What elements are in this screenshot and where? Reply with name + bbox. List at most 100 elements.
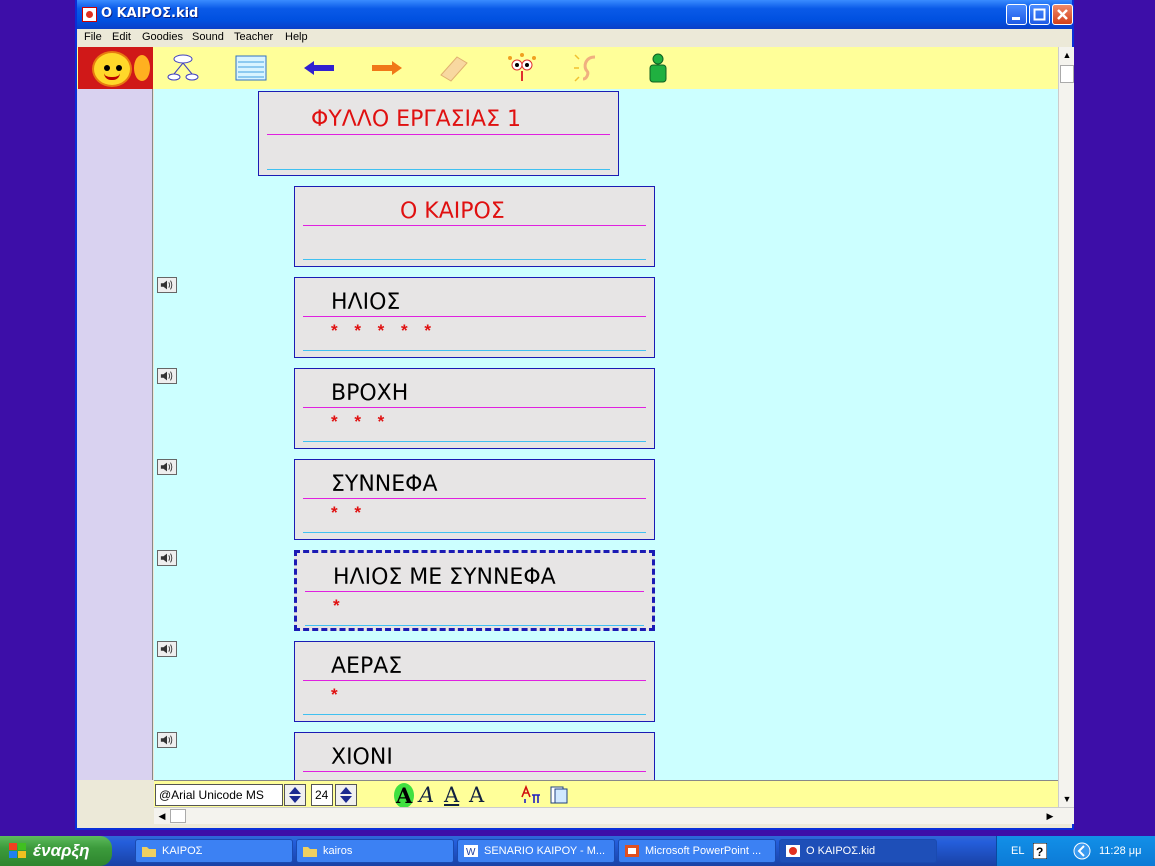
rating-stars: * * * * * (331, 321, 437, 340)
speaker-icon[interactable] (157, 732, 177, 748)
start-label: έναρξη (33, 841, 90, 860)
speaker-icon[interactable] (157, 368, 177, 384)
worksheet-card[interactable]: ΒΡΟΧΗ * * * (294, 368, 655, 449)
writing-line (303, 714, 646, 715)
speaker-icon[interactable] (157, 277, 177, 293)
scroll-thumb[interactable] (1060, 65, 1074, 83)
scroll-right-arrow-icon[interactable]: ▶ (1042, 808, 1058, 824)
close-icon (1057, 9, 1068, 20)
rating-stars: * (331, 685, 344, 704)
arrow-right-icon[interactable] (370, 53, 404, 83)
svg-text:?: ? (1036, 845, 1043, 859)
font-size-field[interactable]: 24 (311, 784, 333, 806)
card-heading[interactable]: Ο ΚΑΙΡΟΣ (400, 199, 505, 224)
app-icon (82, 7, 97, 22)
windows-flag-icon (9, 843, 26, 858)
task-kairos-folder[interactable]: ΚΑΙΡΟΣ (135, 839, 293, 863)
sun-logo-icon[interactable] (78, 47, 153, 89)
menu-teacher[interactable]: Teacher (234, 31, 273, 43)
writing-line (303, 225, 646, 226)
writing-line (305, 625, 644, 626)
eraser-icon[interactable] (437, 53, 471, 83)
rating-stars: * * (331, 503, 367, 522)
chevron-left-icon[interactable] (1073, 842, 1091, 860)
arrow-left-icon[interactable] (302, 53, 336, 83)
help-icon[interactable]: ? (1033, 843, 1047, 859)
clock: 11:28 μμ (1099, 845, 1142, 857)
menu-sound[interactable]: Sound (192, 31, 224, 43)
menu-edit[interactable]: Edit (112, 31, 131, 43)
font-name-field[interactable]: @Arial Unicode MS (155, 784, 283, 806)
scroll-left-arrow-icon[interactable]: ◀ (154, 808, 170, 824)
title-bar[interactable]: Ο ΚΑΙΡΟΣ.kid (77, 0, 1073, 29)
writing-line (303, 259, 646, 260)
worksheet-card[interactable]: Ο ΚΑΙΡΟΣ (294, 186, 655, 267)
face-icon[interactable] (505, 53, 539, 83)
horizontal-scroll-thumb[interactable] (170, 809, 186, 823)
horizontal-scrollbar[interactable]: ◀ ▶ (154, 807, 1074, 824)
worksheet-card[interactable]: ΗΛΙΟΣ ΜΕ ΣΥΝΝΕΦΑ * (294, 550, 655, 631)
maximize-button[interactable] (1029, 4, 1050, 25)
canvas-area: ΦΥΛΛΟ ΕΡΓΑΣΙΑΣ 1 Ο ΚΑΙΡΟΣ ΗΛΙΟΣ * * * * * ΒΡ… (154, 89, 1058, 780)
lined-paper-icon[interactable] (234, 53, 268, 83)
toolbar (77, 47, 1058, 89)
card-heading[interactable]: ΑΕΡΑΣ (331, 654, 402, 679)
underline-a-icon[interactable]: A (444, 783, 459, 807)
writing-line (303, 771, 646, 772)
card-heading[interactable]: ΗΛΙΟΣ (331, 290, 400, 315)
menu-bar: File Edit Goodies Sound Teacher Help (77, 29, 1072, 47)
scroll-down-arrow-icon[interactable]: ▼ (1059, 791, 1075, 807)
bold-a-icon[interactable]: A (394, 783, 415, 808)
language-indicator[interactable]: EL (1011, 845, 1024, 857)
start-button[interactable]: έναρξη (0, 836, 112, 866)
writing-line (305, 591, 644, 592)
font-style-a-icon[interactable]: A (469, 783, 484, 807)
task-word-document[interactable]: W SENARIO ΚΑΙΡΟΥ - M... (457, 839, 615, 863)
card-heading[interactable]: ΣΥΝΝΕΦΑ (331, 472, 438, 497)
card-heading[interactable]: ΒΡΟΧΗ (331, 381, 408, 406)
italic-a-icon[interactable]: A (419, 783, 434, 807)
writing-line (303, 350, 646, 351)
writing-line (303, 532, 646, 533)
card-heading[interactable]: ΦΥΛΛΟ ΕΡΓΑΣΙΑΣ 1 (311, 107, 521, 132)
app-icon (786, 845, 800, 857)
menu-help[interactable]: Help (285, 31, 308, 43)
task-powerpoint[interactable]: Microsoft PowerPoint ... (618, 839, 776, 863)
task-kidpix-window[interactable]: Ο ΚΑΙΡΟΣ.kid (779, 839, 937, 863)
menu-file[interactable]: File (84, 31, 102, 43)
app-window: Ο ΚΑΙΡΟΣ.kid File Edit Goodies Sound Tea… (75, 0, 1074, 830)
scroll-up-arrow-icon[interactable]: ▲ (1059, 47, 1075, 63)
font-toolbar: @Arial Unicode MS 24 A A A A (154, 780, 1058, 808)
card-heading[interactable]: ΧΙΟΝΙ (331, 745, 393, 770)
worksheet-card[interactable]: ΗΛΙΟΣ * * * * * (294, 277, 655, 358)
minimize-button[interactable] (1006, 4, 1027, 25)
worksheet-card[interactable]: ΣΥΝΝΕΦΑ * * (294, 459, 655, 540)
minimize-icon (1012, 17, 1020, 20)
speaker-icon[interactable] (157, 641, 177, 657)
network-icon[interactable] (166, 53, 200, 83)
speaker-icon[interactable] (157, 459, 177, 475)
ear-icon[interactable] (573, 53, 607, 83)
close-button[interactable] (1052, 4, 1073, 25)
writing-line (303, 680, 646, 681)
font-name-spinner[interactable] (284, 784, 306, 806)
taskbar: έναρξη ΚΑΙΡΟΣ kairos W SENARIO ΚΑΙΡΟΥ - … (0, 836, 1155, 866)
writing-line (303, 407, 646, 408)
task-kairos-folder-2[interactable]: kairos (296, 839, 454, 863)
powerpoint-icon (625, 845, 639, 857)
vertical-scrollbar[interactable]: ▲ ▼ (1058, 47, 1074, 807)
worksheet-card[interactable]: ΧΙΟΝΙ (294, 732, 655, 780)
maximize-icon (1033, 8, 1046, 21)
worksheet-card[interactable]: ΦΥΛΛΟ ΕΡΓΑΣΙΑΣ 1 (258, 91, 619, 176)
font-size-spinner[interactable] (335, 784, 357, 806)
spell-check-icon[interactable] (519, 785, 541, 805)
worksheet-card[interactable]: ΑΕΡΑΣ * (294, 641, 655, 722)
svg-text:W: W (466, 847, 476, 857)
speaker-icon[interactable] (157, 550, 177, 566)
window-title: Ο ΚΑΙΡΟΣ.kid (101, 6, 199, 21)
person-icon[interactable] (641, 53, 675, 83)
menu-goodies[interactable]: Goodies (142, 31, 183, 43)
dictionary-icon[interactable] (549, 785, 569, 805)
word-icon: W (464, 845, 478, 857)
card-heading[interactable]: ΗΛΙΟΣ ΜΕ ΣΥΝΝΕΦΑ (333, 565, 556, 590)
